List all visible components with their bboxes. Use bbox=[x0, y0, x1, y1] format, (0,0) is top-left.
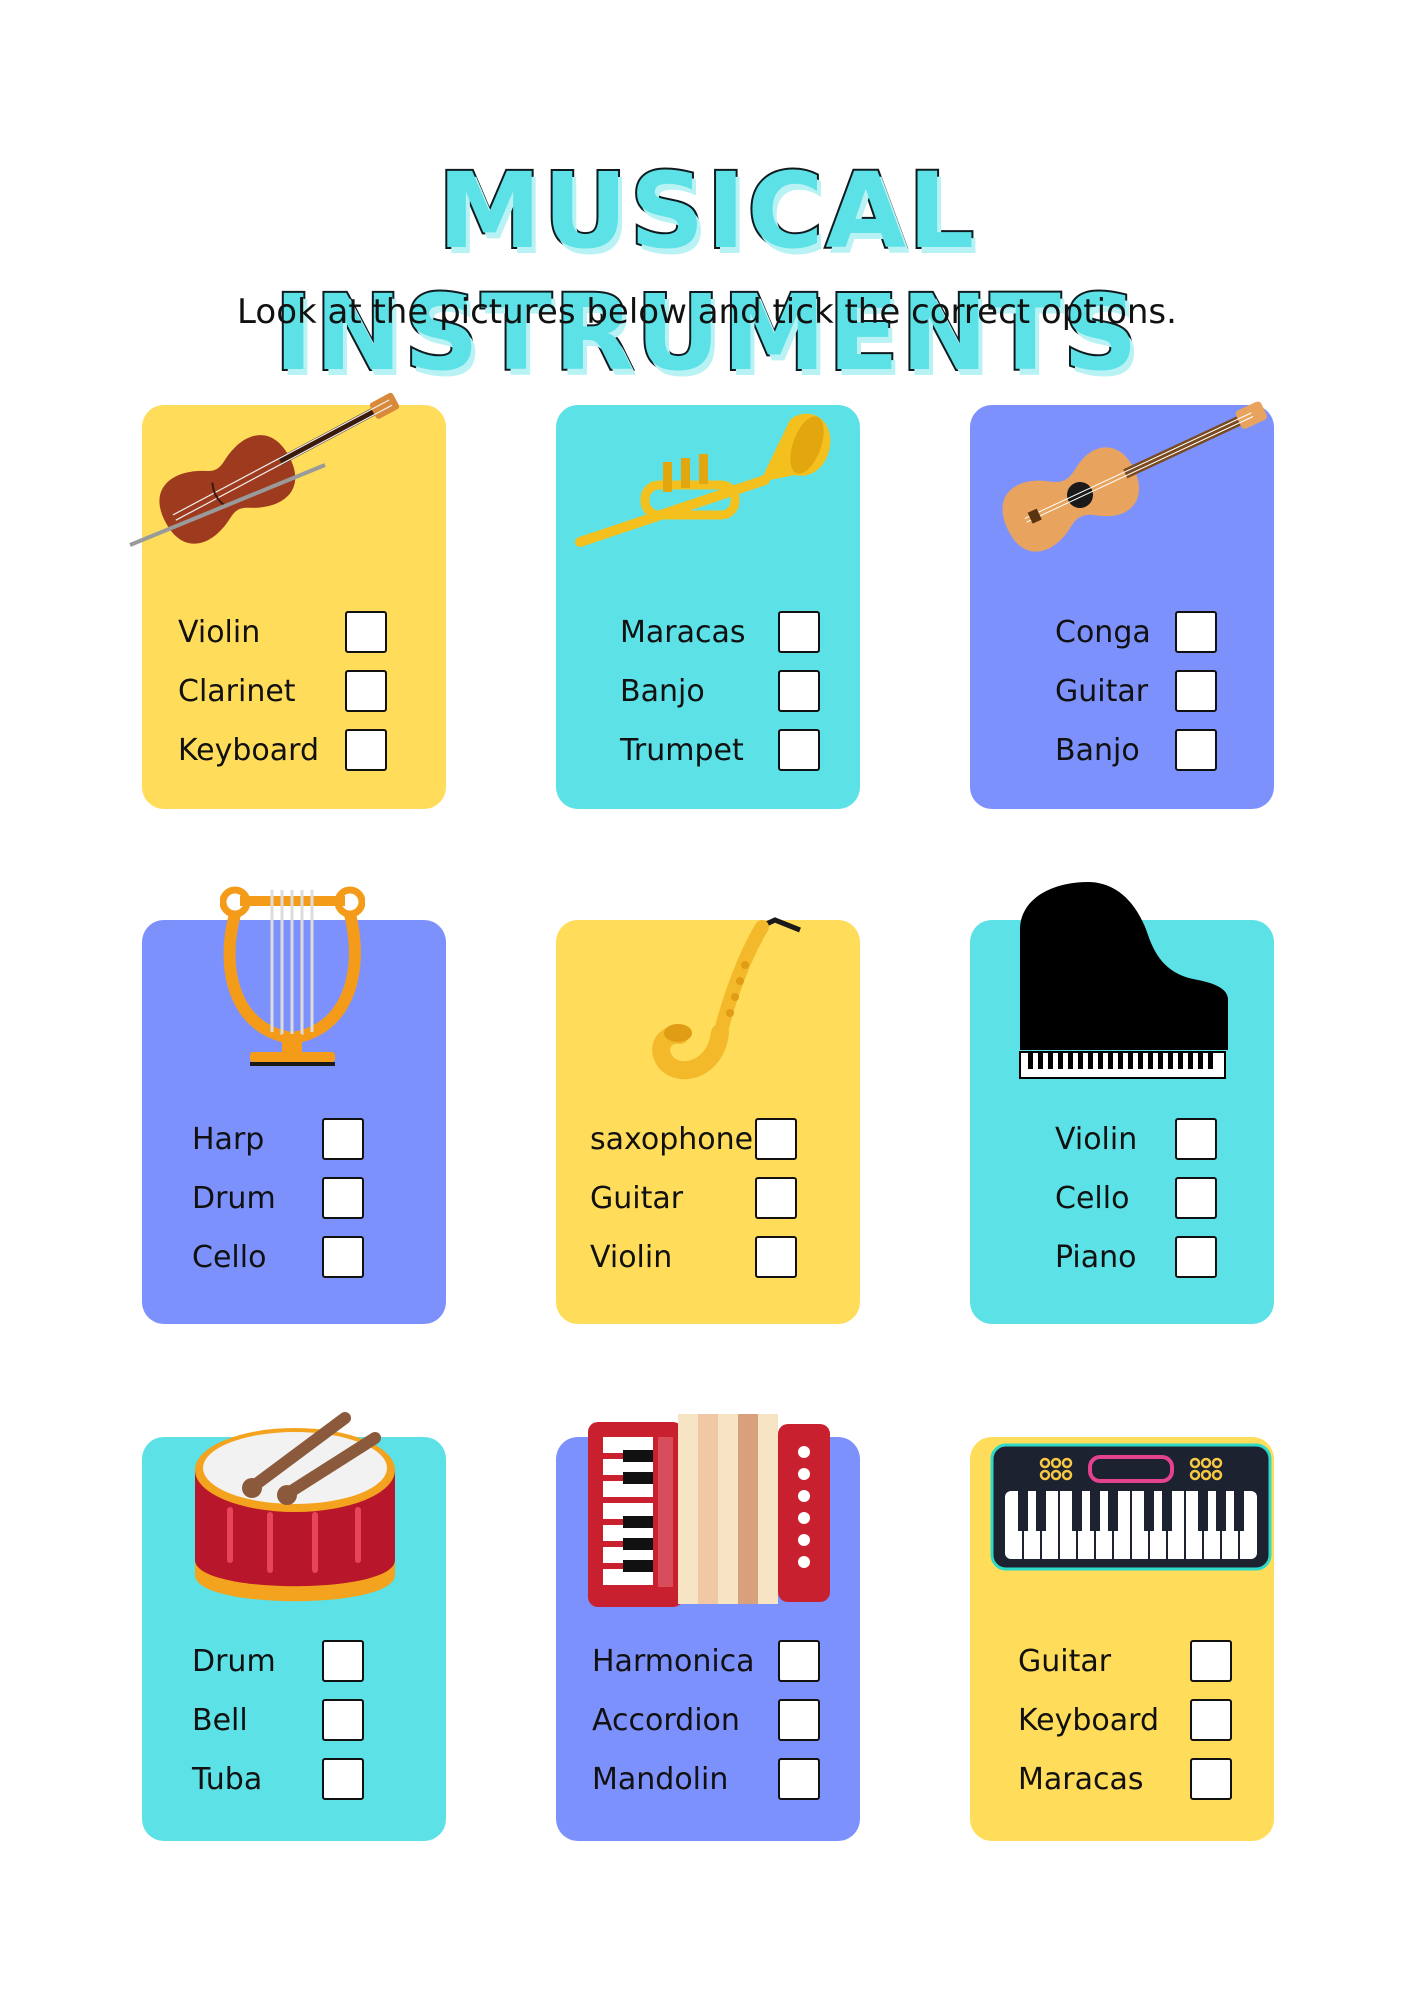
option-label: Clarinet bbox=[178, 673, 296, 709]
option-row: Bell bbox=[192, 1696, 248, 1744]
option-label: Mandolin bbox=[592, 1761, 729, 1797]
option-label: Bell bbox=[192, 1702, 248, 1738]
option-row: Cello bbox=[1055, 1174, 1129, 1222]
option-row: Maracas bbox=[1018, 1755, 1144, 1803]
option-row: Banjo bbox=[1055, 726, 1140, 774]
keyboard-icon bbox=[990, 1443, 1272, 1571]
guitar-icon bbox=[1002, 401, 1267, 552]
option-label: Guitar bbox=[1018, 1643, 1112, 1679]
option-row: saxophone bbox=[590, 1115, 753, 1163]
option-label: Drum bbox=[192, 1180, 276, 1216]
option-row: Violin bbox=[590, 1233, 672, 1281]
drum-icon bbox=[195, 1412, 395, 1602]
option-row: Piano bbox=[1055, 1233, 1137, 1281]
option-label: Harp bbox=[192, 1121, 265, 1157]
option-row: Banjo bbox=[620, 667, 705, 715]
option-row: Violin bbox=[1055, 1115, 1137, 1163]
saxophone-icon bbox=[652, 917, 801, 1080]
option-label: Violin bbox=[178, 614, 261, 650]
accordion-icon bbox=[588, 1414, 830, 1607]
option-label: Harmonica bbox=[592, 1643, 755, 1679]
option-row: Trumpet bbox=[620, 726, 744, 774]
option-label: Violin bbox=[590, 1239, 673, 1275]
option-label: Cello bbox=[1055, 1180, 1130, 1216]
option-row: Guitar bbox=[1055, 667, 1148, 715]
option-label: Violin bbox=[1055, 1121, 1138, 1157]
page-instructions: Look at the pictures below and tick the … bbox=[237, 292, 1177, 332]
option-row: Harmonica bbox=[592, 1637, 755, 1685]
option-label: Banjo bbox=[1055, 732, 1140, 768]
trumpet-icon bbox=[575, 413, 831, 547]
violin-icon bbox=[129, 392, 400, 547]
option-row: Guitar bbox=[590, 1174, 683, 1222]
option-label: Trumpet bbox=[620, 732, 744, 768]
option-row: Keyboard bbox=[178, 726, 319, 774]
option-label: Banjo bbox=[620, 673, 705, 709]
option-row: Harp bbox=[192, 1115, 264, 1163]
option-label: saxophone bbox=[590, 1121, 754, 1157]
option-label: Drum bbox=[192, 1643, 276, 1679]
option-row: Mandolin bbox=[592, 1755, 728, 1803]
option-label: Guitar bbox=[590, 1180, 684, 1216]
option-label: Conga bbox=[1055, 614, 1151, 650]
option-label: Keyboard bbox=[1018, 1702, 1160, 1738]
option-label: Tuba bbox=[192, 1761, 263, 1797]
option-label: Cello bbox=[192, 1239, 267, 1275]
option-row: Guitar bbox=[1018, 1637, 1111, 1685]
option-row: Clarinet bbox=[178, 667, 296, 715]
option-row: Conga bbox=[1055, 608, 1151, 656]
option-label: Piano bbox=[1055, 1239, 1137, 1275]
option-row: Drum bbox=[192, 1174, 276, 1222]
option-label: Maracas bbox=[620, 614, 746, 650]
option-label: Accordion bbox=[592, 1702, 740, 1738]
option-row: Tuba bbox=[192, 1755, 262, 1803]
option-label: Maracas bbox=[1018, 1761, 1144, 1797]
option-label: Keyboard bbox=[178, 732, 320, 768]
option-row: Drum bbox=[192, 1637, 276, 1685]
option-label: Guitar bbox=[1055, 673, 1149, 709]
option-row: Cello bbox=[192, 1233, 266, 1281]
piano-icon bbox=[1019, 882, 1228, 1079]
option-row: Maracas bbox=[620, 608, 746, 656]
page-title: MUSICAL INSTRUMENTS bbox=[272, 148, 1140, 396]
option-row: Keyboard bbox=[1018, 1696, 1159, 1744]
harp-icon bbox=[220, 886, 365, 1066]
option-row: Accordion bbox=[592, 1696, 740, 1744]
option-row: Violin bbox=[178, 608, 260, 656]
